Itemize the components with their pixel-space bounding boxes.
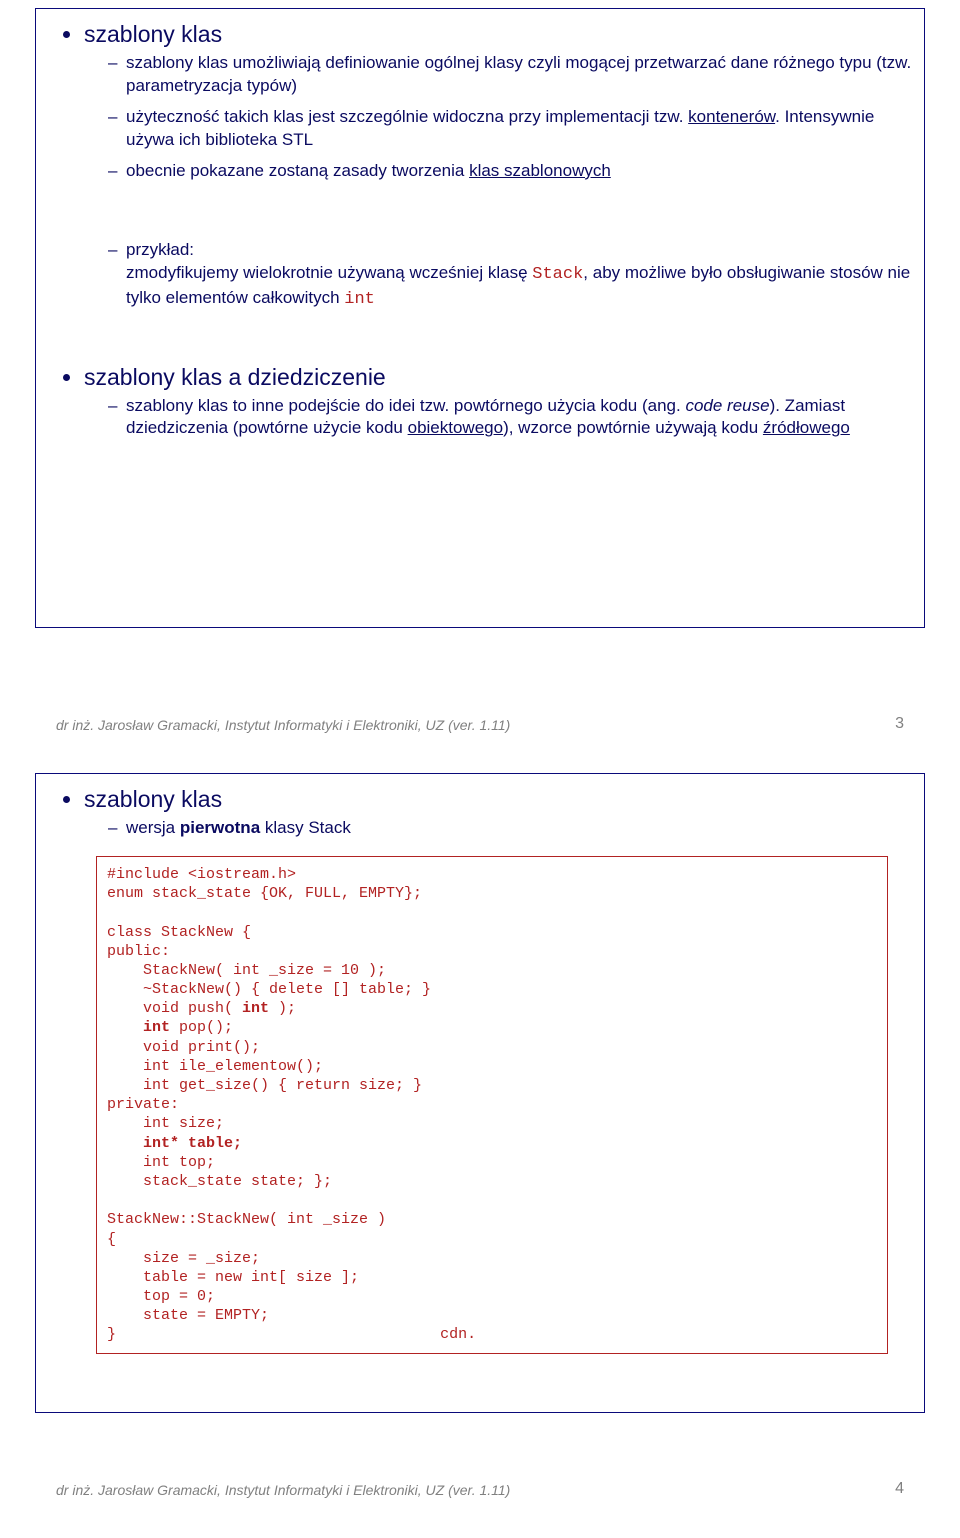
bullet-definition: szablony klas umożliwiają definiowanie o… [108, 52, 912, 98]
bullet-containers: użyteczność takich klas jest szczególnie… [108, 106, 912, 152]
slide-2: szablony klas wersja pierwotna klasy Sta… [20, 773, 940, 1508]
footer-author: dr inż. Jarosław Gramacki, Instytut Info… [56, 717, 510, 733]
heading-text: szablony klas [84, 786, 222, 812]
slide-1: szablony klas szablony klas umożliwiają … [20, 8, 940, 743]
slide-footer: dr inż. Jarosław Gramacki, Instytut Info… [56, 715, 904, 733]
heading-templates: szablony klas wersja pierwotna klasy Sta… [84, 786, 912, 840]
page-number: 4 [895, 1480, 904, 1498]
bullet-primal-version: wersja pierwotna klasy Stack [108, 817, 912, 840]
slide-footer: dr inż. Jarosław Gramacki, Instytut Info… [56, 1480, 904, 1498]
slide-frame: szablony klas wersja pierwotna klasy Sta… [35, 773, 925, 1413]
bullet-example: przykład: zmodyfikujemy wielokrotnie uży… [108, 239, 912, 312]
slide-frame: szablony klas szablony klas umożliwiają … [35, 8, 925, 628]
code-block: #include <iostream.h> enum stack_state {… [96, 856, 888, 1354]
heading-templates: szablony klas szablony klas umożliwiają … [84, 21, 912, 312]
heading-text: szablony klas a dziedziczenie [84, 364, 386, 390]
heading-inheritance: szablony klas a dziedziczenie szablony k… [84, 364, 912, 441]
page-number: 3 [895, 715, 904, 733]
heading-text: szablony klas [84, 21, 222, 47]
footer-author: dr inż. Jarosław Gramacki, Instytut Info… [56, 1482, 510, 1498]
bullet-code-reuse: szablony klas to inne podejście do idei … [108, 395, 912, 441]
bullet-rules: obecnie pokazane zostaną zasady tworzeni… [108, 160, 912, 183]
